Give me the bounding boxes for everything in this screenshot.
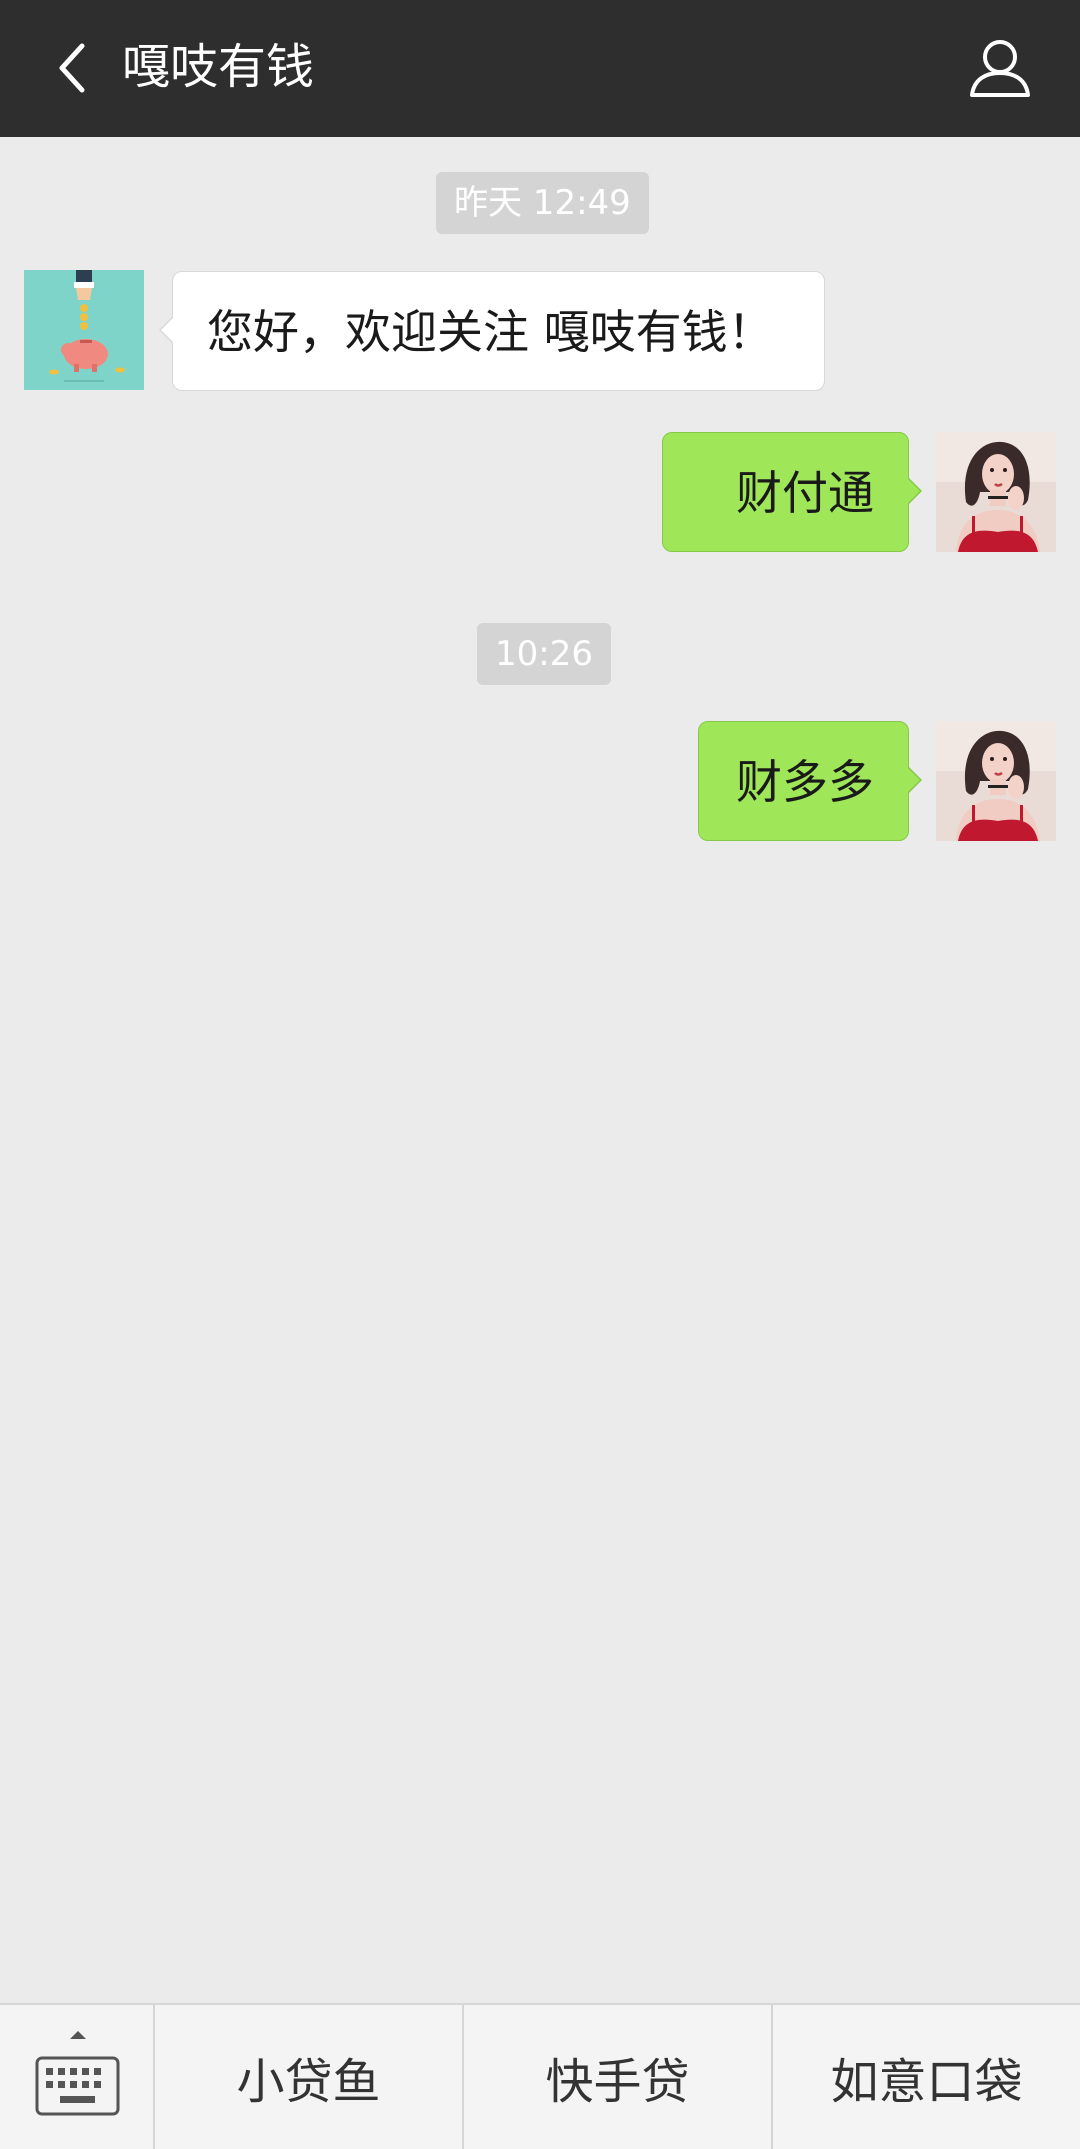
timestamp: 昨天 12:49: [436, 172, 649, 234]
sent-message-bubble[interactable]: 财付通: [662, 432, 922, 552]
menu-item-xiaodaiyu[interactable]: 小贷鱼: [155, 2005, 464, 2149]
person-icon: [970, 40, 1030, 97]
page-title: 嘎吱有钱: [122, 39, 315, 95]
back-button[interactable]: [32, 28, 112, 108]
keyboard-icon: [35, 2031, 120, 2116]
chevron-left-icon: [59, 43, 85, 93]
piggy-bank-avatar[interactable]: [24, 270, 144, 390]
timestamp: 10:26: [477, 623, 611, 685]
top-bar: 嘎吱有钱: [0, 0, 1080, 137]
sent-message-bubble[interactable]: 财多多: [698, 721, 922, 841]
user-avatar[interactable]: [936, 432, 1056, 552]
user-avatar[interactable]: [936, 721, 1056, 841]
profile-button[interactable]: [960, 28, 1040, 108]
menu-item-ruyikoudai[interactable]: 如意口袋: [773, 2005, 1080, 2149]
user-photo-icon: [936, 721, 1056, 841]
keyboard-toggle-button[interactable]: [0, 2005, 155, 2149]
bottom-menu-bar: 小贷鱼 快手贷 如意口袋: [0, 2003, 1080, 2149]
user-photo-icon: [936, 432, 1056, 552]
received-message-bubble[interactable]: 您好，欢迎关注 嘎吱有钱！: [159, 271, 825, 391]
chat-screen: 嘎吱有钱 昨天 12:49 您好，欢迎关注 嘎吱有钱！ 财付通 10:26 财多…: [0, 0, 1080, 2149]
menu-item-kuaishoudai[interactable]: 快手贷: [464, 2005, 773, 2149]
piggy-bank-icon: [24, 270, 144, 390]
